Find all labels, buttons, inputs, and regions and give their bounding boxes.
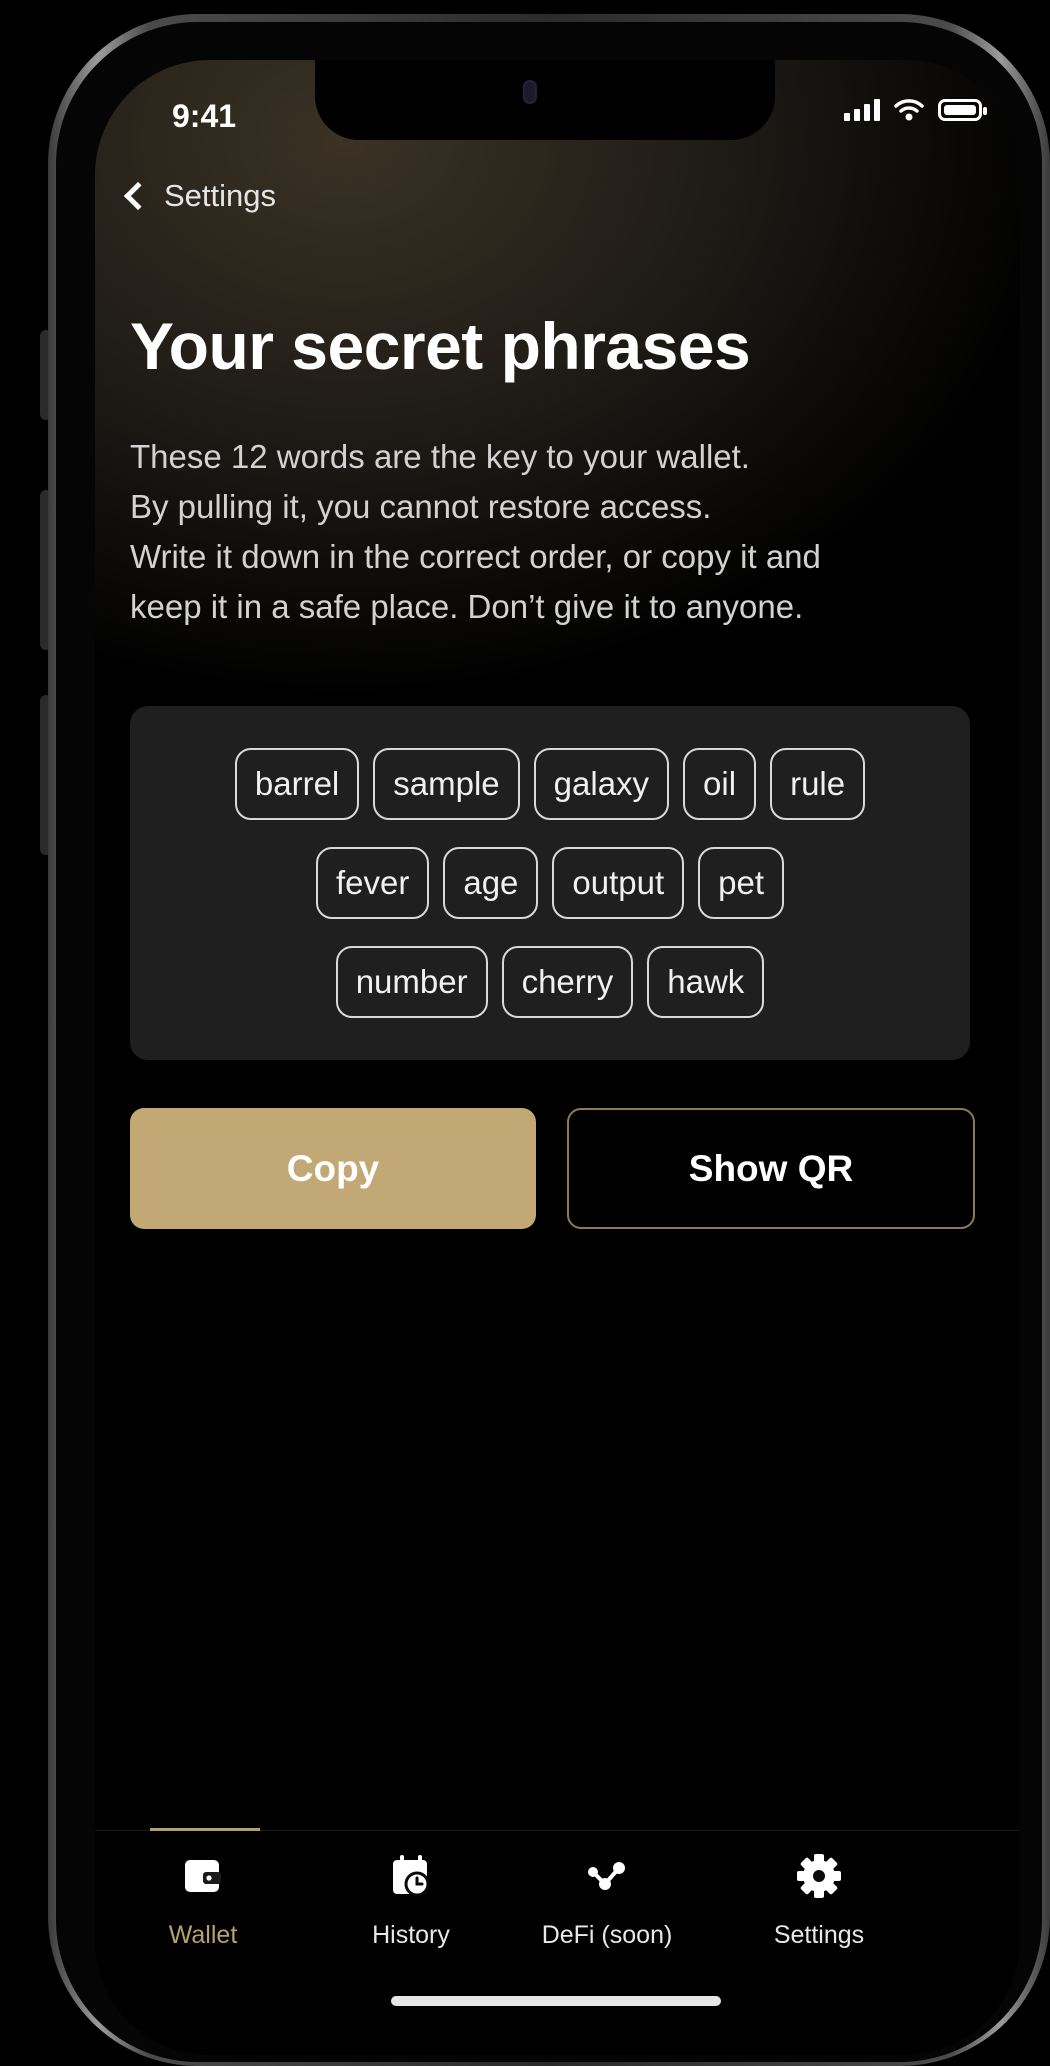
status-time: 9:41	[172, 98, 237, 134]
description-line: Write it down in the correct order, or c…	[130, 538, 821, 575]
phrase-word-chip: fever	[315, 847, 430, 919]
home-indicator[interactable]	[391, 1996, 721, 2006]
phrase-word-chip: hawk	[647, 946, 765, 1018]
back-label: Settings	[164, 178, 277, 213]
description: These 12 words are the key to your walle…	[130, 432, 970, 632]
phrase-word-chip: age	[443, 847, 539, 919]
phrase-word-chip: output	[552, 847, 685, 919]
phrase-word-chip: oil	[683, 748, 757, 820]
notch	[315, 60, 775, 140]
gear-icon	[797, 1854, 841, 1898]
copy-button[interactable]: Copy	[130, 1108, 536, 1229]
phrase-row: fever age output pet	[315, 847, 785, 919]
tab-wallet[interactable]: Wallet	[103, 1850, 303, 1950]
nodes-icon	[588, 1862, 625, 1890]
phrase-word-chip: number	[335, 946, 488, 1018]
phrase-row: number cherry hawk	[335, 946, 765, 1018]
phrase-word-chip: sample	[373, 748, 520, 820]
phrase-word-chip: barrel	[234, 748, 360, 820]
tab-defi[interactable]: DeFi (soon)	[507, 1850, 707, 1950]
battery-icon	[938, 99, 987, 121]
app-screen: 9:41 Settings Your secret phrases These …	[95, 60, 1020, 2055]
status-icons	[844, 98, 987, 122]
wallet-icon	[185, 1860, 221, 1892]
chevron-left-icon	[123, 181, 153, 211]
active-tab-indicator	[150, 1828, 260, 1831]
description-line: keep it in a safe place. Don’t give it t…	[130, 588, 804, 625]
tab-label: Wallet	[168, 1921, 238, 1949]
secret-phrase-box: barrel sample galaxy oil rule fever age …	[130, 706, 970, 1060]
tab-history[interactable]: History	[311, 1850, 511, 1950]
calendar-clock-icon	[393, 1855, 430, 1897]
description-line: By pulling it, you cannot restore access…	[130, 488, 712, 525]
cellular-signal-icon	[844, 99, 880, 121]
show-qr-button[interactable]: Show QR	[567, 1108, 975, 1229]
back-button[interactable]: Settings	[123, 178, 277, 214]
phrase-row: barrel sample galaxy oil rule	[234, 748, 866, 820]
page-title: Your secret phrases	[130, 309, 751, 383]
phrase-word-chip: rule	[770, 748, 866, 820]
description-line: These 12 words are the key to your walle…	[130, 438, 750, 475]
tab-label: History	[372, 1921, 450, 1949]
phrase-word-chip: galaxy	[533, 748, 670, 820]
tab-settings[interactable]: Settings	[719, 1850, 919, 1950]
phrase-word-chip: pet	[698, 847, 785, 919]
phrase-word-chip: cherry	[501, 946, 634, 1018]
camera-icon	[523, 80, 537, 104]
wifi-icon	[894, 99, 924, 121]
tab-label: DeFi (soon)	[541, 1921, 673, 1949]
tab-label: Settings	[773, 1921, 865, 1949]
